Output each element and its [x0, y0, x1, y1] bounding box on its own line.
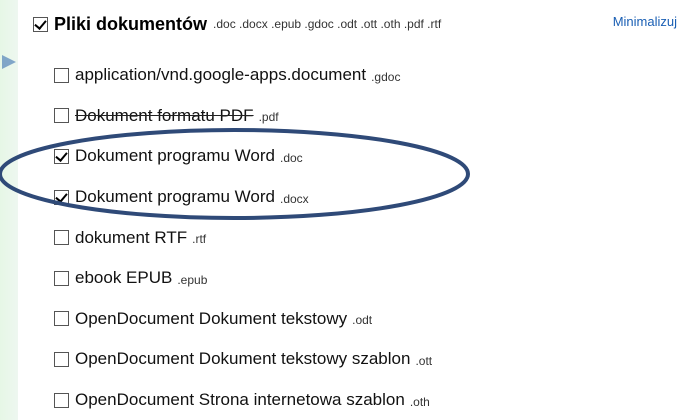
file-type-checkbox[interactable] [54, 351, 69, 367]
file-type-checkbox[interactable] [54, 148, 69, 164]
file-type-label: application/vnd.google-apps.document [75, 65, 367, 85]
file-type-ext: .rtf [192, 232, 207, 247]
file-type-ext: .pdf [258, 110, 279, 125]
file-type-item[interactable]: Dokument programu Word .docx [54, 177, 432, 218]
file-type-item[interactable]: application/vnd.google-apps.document .gd… [54, 55, 432, 96]
pointer-arrow-icon [2, 55, 16, 69]
file-type-ext: .doc [280, 150, 303, 165]
category-header: Pliki dokumentów .doc .docx .epub .gdoc … [33, 12, 441, 36]
file-type-item[interactable]: Dokument formatu PDF .pdf [54, 96, 432, 137]
file-type-item[interactable]: OpenDocument Strona internetowa szablon … [54, 380, 432, 420]
file-type-ext: .ott [415, 353, 433, 368]
file-type-ext: .docx [280, 191, 309, 206]
file-type-checkbox[interactable] [54, 108, 69, 124]
category-title: Pliki dokumentów [54, 13, 208, 34]
file-type-item[interactable]: OpenDocument Dokument tekstowy szablon .… [54, 339, 432, 380]
file-type-ext: .oth [409, 394, 430, 409]
file-type-item[interactable]: OpenDocument Dokument tekstowy .odt [54, 299, 432, 340]
file-type-checkbox[interactable] [54, 270, 69, 286]
file-type-label: Dokument programu Word [75, 146, 275, 166]
file-type-ext: .odt [352, 313, 373, 328]
file-type-checkbox[interactable] [54, 311, 69, 327]
file-type-label: OpenDocument Dokument tekstowy [75, 308, 348, 328]
file-type-ext: .gdoc [371, 69, 401, 84]
file-type-item[interactable]: Dokument programu Word .doc [54, 136, 432, 177]
file-type-ext: .epub [177, 272, 208, 287]
file-type-label: ebook EPUB [75, 268, 173, 288]
file-type-checkbox[interactable] [54, 230, 69, 246]
file-type-checkbox[interactable] [54, 392, 69, 408]
minimize-link[interactable]: Minimalizuj [613, 14, 677, 29]
file-type-item[interactable]: ebook EPUB .epub [54, 258, 432, 299]
file-type-label: Dokument programu Word [75, 187, 275, 207]
file-type-label: Dokument formatu PDF [75, 105, 254, 125]
file-type-checkbox[interactable] [54, 67, 69, 83]
file-type-label: OpenDocument Dokument tekstowy szablon [75, 349, 411, 369]
file-type-label: OpenDocument Strona internetowa szablon [75, 390, 405, 410]
file-type-checkbox[interactable] [54, 189, 69, 205]
category-checkbox[interactable] [33, 16, 48, 32]
file-type-item[interactable]: dokument RTF .rtf [54, 217, 432, 258]
file-type-list: application/vnd.google-apps.document .gd… [54, 55, 432, 420]
file-type-label: dokument RTF [75, 227, 188, 247]
category-extensions: .doc .docx .epub .gdoc .odt .ott .oth .p… [213, 17, 442, 31]
